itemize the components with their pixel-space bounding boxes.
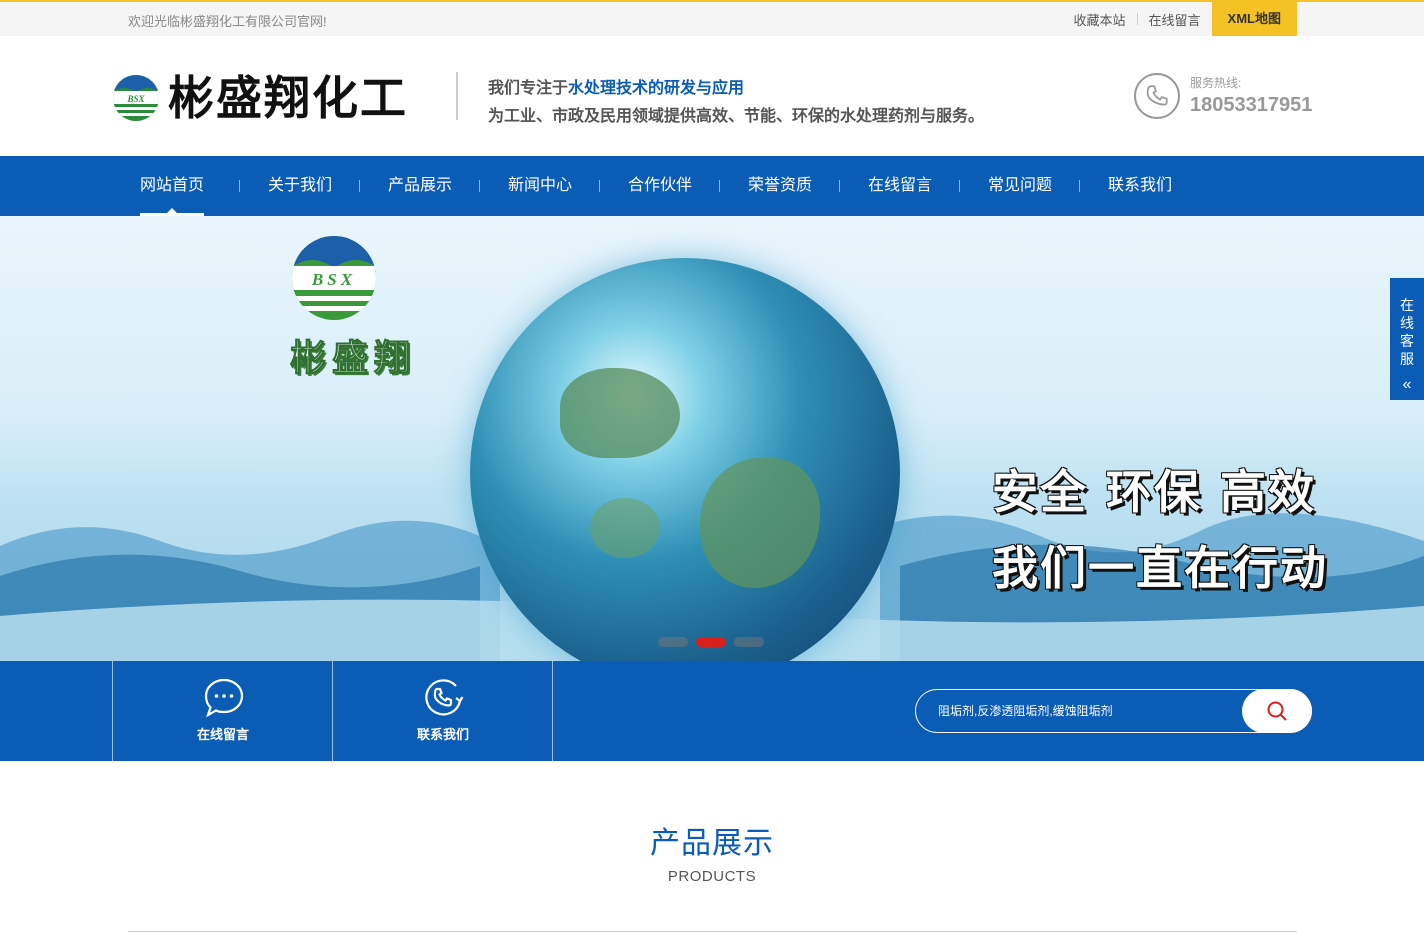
nav-item-label: 新闻中心 (507, 177, 572, 194)
nav-item-label: 常见问题 (987, 177, 1052, 194)
nav-item-label: 关于我们 (267, 177, 332, 194)
nav-item-label: 产品展示 (387, 177, 452, 194)
main-nav: 网站首页 关于我们 产品展示 新闻中心 合作伙伴 荣誉资质 在线留言 常见问题 联系我们 (0, 156, 1424, 216)
nav-item-label: 网站首页 (140, 177, 205, 194)
nav-item-label: 合作伙伴 (627, 177, 692, 194)
site-logo[interactable]: BSX 彬盛翔化工 (112, 70, 408, 126)
phone-icon (1134, 73, 1180, 119)
slider-dot-3[interactable] (734, 637, 764, 647)
logo-text: 彬盛翔化工 (168, 71, 408, 125)
quick-bar-divider (552, 661, 553, 761)
logo-mark-icon: BSX (113, 75, 159, 121)
header-slogan: 我们专注于水处理技术的研发与应用 为工业、市政及民用领域提供高效、节能、环保的水… (488, 74, 984, 126)
slider-dots (658, 637, 764, 647)
nav-item-2[interactable]: 产品展示 (360, 156, 480, 216)
banner-line2: 我们一直在行动 (992, 541, 1328, 595)
hotline-label: 服务热线: (1190, 76, 1242, 90)
quick-message-button[interactable]: 在线留言 (112, 661, 332, 761)
slogan-highlight: 水处理技术的研发与应用 (568, 80, 745, 97)
online-service-tab[interactable]: 在线客服 « (1390, 278, 1424, 400)
message-link[interactable]: 在线留言 (1138, 10, 1212, 29)
svg-text:BSX: BSX (311, 270, 356, 289)
quick-contact-button[interactable]: 联系我们 (332, 661, 552, 761)
nav-active-caret (167, 208, 177, 213)
nav-list: 网站首页 关于我们 产品展示 新闻中心 合作伙伴 荣誉资质 在线留言 常见问题 联系我们 (120, 156, 1200, 216)
slogan-line2: 为工业、市政及民用领域提供高效、节能、环保的水处理药剂与服务。 (488, 108, 985, 125)
nav-item-0[interactable]: 网站首页 (120, 156, 240, 216)
banner-logo-mark-icon: BSX (292, 236, 376, 320)
header-divider (456, 72, 458, 120)
nav-item-label: 联系我们 (1107, 177, 1172, 194)
nav-item-label: 荣誉资质 (747, 177, 812, 194)
top-bar: 欢迎光临彬盛翔化工有限公司官网! 收藏本站 在线留言 XML地图 (0, 0, 1424, 38)
search-box (915, 689, 1312, 733)
phone-call-icon (425, 679, 464, 716)
service-label: 在线客服 (1400, 297, 1414, 367)
chat-bubble-icon (204, 678, 244, 718)
nav-item-4[interactable]: 合作伙伴 (600, 156, 720, 216)
earth-globe-graphic (470, 258, 900, 661)
banner-line1: 安全 环保 高效 (992, 465, 1317, 519)
products-heading: 产品展示 PRODUCTS (0, 818, 1424, 885)
search-button[interactable] (1242, 689, 1312, 733)
quick-message-label: 在线留言 (196, 727, 249, 742)
svg-text:BSX: BSX (126, 94, 145, 104)
banner-slogan: 安全 环保 高效 我们一直在行动 (992, 454, 1328, 606)
banner-logo: BSX 彬盛翔 (289, 234, 417, 381)
nav-item-1[interactable]: 关于我们 (240, 156, 360, 216)
search-icon (1267, 701, 1287, 721)
slogan-prefix: 我们专注于 (488, 80, 569, 97)
slider-dot-1[interactable] (658, 637, 688, 647)
products-subtitle: PRODUCTS (667, 868, 757, 885)
hotline-number: 18053317951 (1190, 94, 1313, 116)
bookmark-link[interactable]: 收藏本站 (1063, 10, 1137, 29)
slider-dot-2[interactable] (696, 637, 726, 647)
top-links: 收藏本站 在线留言 XML地图 (1063, 0, 1297, 38)
products-title: 产品展示 (650, 827, 774, 860)
welcome-text: 欢迎光临彬盛翔化工有限公司官网! (128, 14, 327, 29)
banner-logo-name: 彬盛翔 (289, 337, 417, 380)
double-chevron-left-icon: « (1402, 376, 1412, 393)
xml-map-link[interactable]: XML地图 (1211, 0, 1297, 38)
quick-links-bar: 在线留言 联系我们 (0, 661, 1424, 761)
nav-item-7[interactable]: 常见问题 (960, 156, 1080, 216)
section-divider (128, 931, 1297, 932)
quick-contact-label: 联系我们 (416, 727, 469, 742)
nav-item-5[interactable]: 荣誉资质 (720, 156, 840, 216)
nav-item-label: 在线留言 (867, 177, 932, 194)
nav-item-6[interactable]: 在线留言 (840, 156, 960, 216)
nav-item-8[interactable]: 联系我们 (1080, 156, 1200, 216)
nav-item-3[interactable]: 新闻中心 (480, 156, 600, 216)
search-input[interactable] (916, 690, 1244, 732)
site-header: BSX 彬盛翔化工 我们专注于水处理技术的研发与应用 为工业、市政及民用领域提供… (0, 36, 1424, 156)
hero-banner: BSX 彬盛翔 安全 环保 高效 我们一直在行动 (0, 216, 1424, 661)
